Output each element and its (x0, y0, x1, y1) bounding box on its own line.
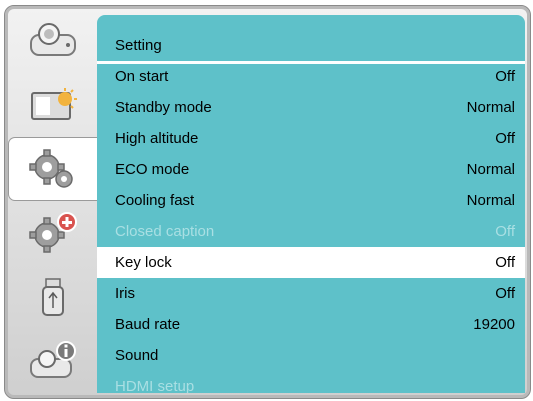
sidebar-item-extended[interactable] (9, 202, 97, 264)
menu-row-eco-mode[interactable]: ECO mode Normal (97, 154, 525, 185)
sidebar-item-information[interactable] (9, 330, 97, 392)
menu-row-label: On start (115, 68, 169, 85)
menu-row-standby-mode[interactable]: Standby mode Normal (97, 92, 525, 123)
menu-row-label: HDMI setup (115, 378, 195, 393)
menu-row-baud-rate[interactable]: Baud rate 19200 (97, 309, 525, 340)
menu-row-cooling-fast[interactable]: Cooling fast Normal (97, 185, 525, 216)
menu-row-value: Normal (466, 99, 515, 116)
gear-plus-icon (29, 212, 77, 253)
menu-row-value: Off (495, 130, 515, 147)
menu-row-hdmi-setup: HDMI setup (97, 371, 525, 393)
menu-row-label: Closed caption (115, 223, 215, 240)
page-title: Setting (115, 37, 162, 54)
sidebar-item-picture[interactable] (9, 74, 97, 136)
menu-row-label: Iris (115, 285, 135, 302)
menu-row-value: Normal (466, 192, 515, 209)
menu-row-label: ECO mode (115, 161, 190, 178)
menu-row-label: Cooling fast (115, 192, 195, 209)
sidebar-item-usb[interactable] (9, 266, 97, 328)
menu-row-sound[interactable]: Sound (97, 340, 525, 371)
sidebar-item-projector[interactable] (9, 10, 97, 72)
menu-row-label: Key lock (115, 254, 172, 271)
picture-brightness-icon (31, 88, 77, 120)
menu-row-label: Standby mode (115, 99, 212, 116)
menu-row-label: Sound (115, 347, 159, 364)
menu-row-value: 19200 (473, 316, 515, 333)
menu-row-value: Off (495, 285, 515, 302)
sidebar-item-setting[interactable] (9, 138, 97, 200)
menu-row-high-altitude[interactable]: High altitude Off (97, 123, 525, 154)
usb-icon (42, 278, 64, 316)
sidebar (9, 10, 97, 393)
projector-icon (30, 23, 76, 56)
menu-row-value: Off (495, 254, 515, 271)
menu-row-label: High altitude (115, 130, 199, 147)
menu-row-key-lock[interactable]: Key lock Off (97, 247, 525, 278)
menu-row-on-start[interactable]: On start Off (97, 61, 525, 92)
menu-row-closed-caption: Closed caption Off (97, 216, 525, 247)
menu-row-value: Off (495, 68, 515, 85)
menu-row-iris[interactable]: Iris Off (97, 278, 525, 309)
gear-setting-icon (29, 149, 73, 188)
projector-info-icon (30, 341, 76, 378)
menu-row-label: Baud rate (115, 316, 181, 333)
menu-row-value: Off (495, 223, 515, 240)
menu-row-value: Normal (466, 161, 515, 178)
setting-panel: Setting On start Off Standby mode Normal… (97, 15, 525, 393)
